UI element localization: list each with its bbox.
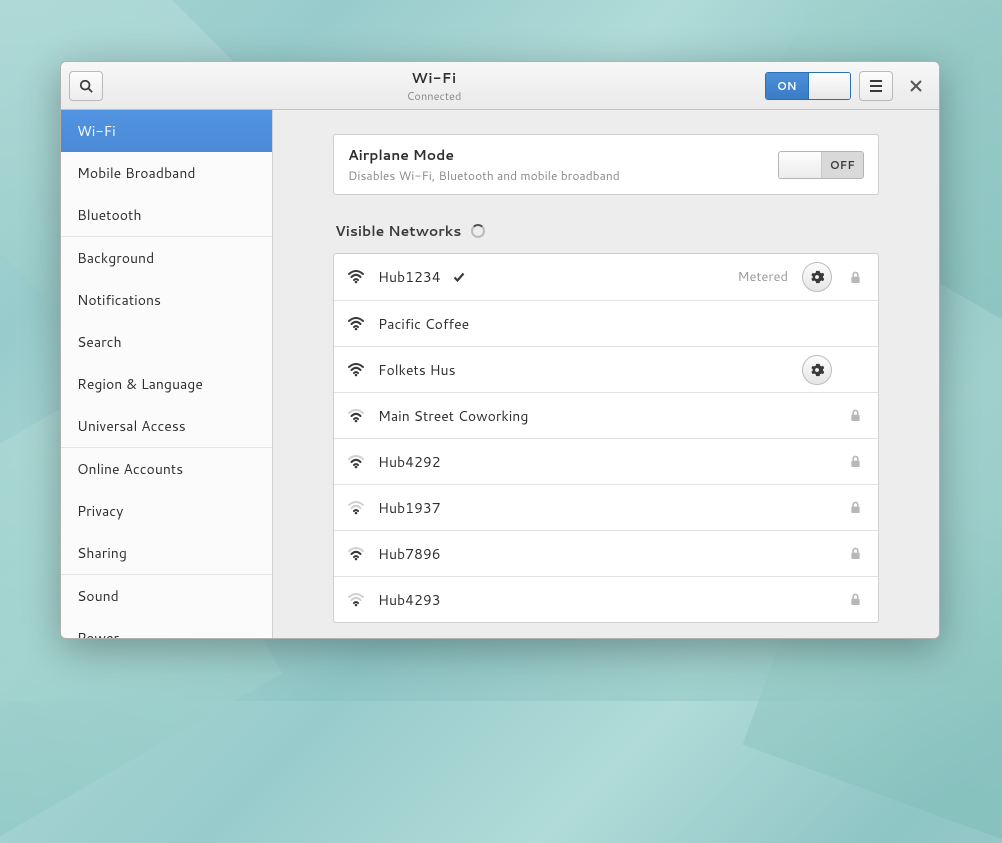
- header-bar: Wi-Fi Connected ON: [61, 62, 939, 110]
- sidebar-item-universal-access[interactable]: Universal Access: [61, 405, 272, 448]
- wifi-signal-icon: [348, 409, 364, 423]
- sidebar-item-label: Sharing: [77, 543, 127, 563]
- gear-icon: [810, 363, 824, 377]
- wifi-signal-icon: [348, 547, 364, 561]
- wifi-signal-icon: [348, 593, 364, 607]
- sidebar-item-wi-fi[interactable]: Wi-Fi: [61, 110, 272, 152]
- network-row[interactable]: Main Street Coworking: [334, 392, 878, 438]
- sidebar-item-label: Search: [77, 332, 122, 352]
- visible-networks-heading: Visible Networks: [335, 221, 879, 241]
- network-row[interactable]: Hub7896: [334, 530, 878, 576]
- sidebar-item-label: Wi-Fi: [77, 121, 116, 141]
- network-settings-button[interactable]: [802, 355, 832, 385]
- network-name: Folkets Hus: [378, 360, 788, 380]
- wifi-toggle[interactable]: ON: [765, 72, 851, 100]
- lock-icon: [846, 593, 864, 606]
- airplane-toggle-handle: [779, 152, 822, 178]
- network-name: Hub7896: [378, 544, 788, 564]
- network-name: Hub1937: [378, 498, 788, 518]
- sidebar-item-label: Region & Language: [77, 374, 203, 394]
- metered-label: Metered: [738, 268, 789, 286]
- loading-spinner-icon: [471, 224, 485, 238]
- sidebar-item-online-accounts[interactable]: Online Accounts: [61, 448, 272, 490]
- sidebar-item-label: Sound: [77, 586, 119, 606]
- network-row[interactable]: Pacific Coffee: [334, 300, 878, 346]
- sidebar-item-privacy[interactable]: Privacy: [61, 490, 272, 532]
- sidebar-item-sharing[interactable]: Sharing: [61, 532, 272, 575]
- network-row[interactable]: Hub1234 Metered: [334, 254, 878, 300]
- sidebar-item-label: Mobile Broadband: [77, 163, 196, 183]
- sidebar-item-power[interactable]: Power: [61, 617, 272, 638]
- airplane-mode-toggle[interactable]: OFF: [778, 151, 864, 179]
- network-row[interactable]: Folkets Hus: [334, 346, 878, 392]
- close-icon: [910, 80, 922, 92]
- sidebar[interactable]: Wi-Fi Mobile Broadband Bluetooth Background…: [61, 110, 273, 638]
- network-name: Hub1234: [378, 267, 724, 287]
- lock-icon: [846, 455, 864, 468]
- wifi-toggle-on-label: ON: [766, 73, 808, 99]
- gear-icon: [810, 270, 824, 284]
- network-list: Hub1234 Metered Pacific Coffee Folkets Hu…: [333, 253, 879, 623]
- network-row[interactable]: Hub4292: [334, 438, 878, 484]
- wifi-signal-icon: [348, 270, 364, 284]
- sidebar-item-mobile-broadband[interactable]: Mobile Broadband: [61, 152, 272, 194]
- lock-icon: [846, 271, 864, 284]
- network-row[interactable]: Hub4293: [334, 576, 878, 622]
- wifi-signal-icon: [348, 501, 364, 515]
- sidebar-item-search[interactable]: Search: [61, 321, 272, 363]
- sidebar-item-label: Power: [77, 628, 119, 638]
- wifi-signal-icon: [348, 317, 364, 331]
- airplane-mode-title: Airplane Mode: [348, 145, 762, 165]
- search-icon: [79, 79, 93, 93]
- settings-window: Wi-Fi Connected ON Wi-Fi Mobile Broadband…: [60, 61, 940, 639]
- sidebar-item-label: Universal Access: [77, 416, 186, 436]
- sidebar-item-label: Privacy: [77, 501, 123, 521]
- network-row[interactable]: Hub1937: [334, 484, 878, 530]
- network-name: Hub4292: [378, 452, 788, 472]
- sidebar-item-label: Background: [77, 248, 154, 268]
- lock-icon: [846, 547, 864, 560]
- search-button[interactable]: [69, 71, 103, 101]
- sidebar-item-notifications[interactable]: Notifications: [61, 279, 272, 321]
- sidebar-item-sound[interactable]: Sound: [61, 575, 272, 617]
- airplane-toggle-off-label: OFF: [822, 152, 864, 178]
- wifi-signal-icon: [348, 455, 364, 469]
- connected-check-icon: [453, 271, 465, 283]
- sidebar-item-background[interactable]: Background: [61, 237, 272, 279]
- sidebar-item-label: Online Accounts: [77, 459, 183, 479]
- lock-icon: [846, 501, 864, 514]
- main-content: Airplane Mode Disables Wi-Fi, Bluetooth …: [273, 110, 939, 638]
- airplane-mode-subtitle: Disables Wi-Fi, Bluetooth and mobile bro…: [348, 167, 762, 184]
- sidebar-item-bluetooth[interactable]: Bluetooth: [61, 194, 272, 237]
- header-title: Wi-Fi: [111, 68, 757, 88]
- sidebar-item-label: Notifications: [77, 290, 161, 310]
- visible-networks-label: Visible Networks: [335, 221, 461, 241]
- sidebar-item-region-language[interactable]: Region & Language: [61, 363, 272, 405]
- window-close-button[interactable]: [901, 71, 931, 101]
- hamburger-menu-button[interactable]: [859, 71, 893, 101]
- lock-icon: [846, 409, 864, 422]
- network-name: Hub4293: [378, 590, 788, 610]
- wifi-signal-icon: [348, 363, 364, 377]
- wifi-toggle-handle: [808, 73, 851, 99]
- header-subtitle: Connected: [111, 88, 757, 104]
- sidebar-item-label: Bluetooth: [77, 205, 141, 225]
- network-name: Pacific Coffee: [378, 314, 788, 334]
- network-name: Main Street Coworking: [378, 406, 788, 426]
- airplane-mode-panel: Airplane Mode Disables Wi-Fi, Bluetooth …: [333, 134, 879, 195]
- network-settings-button[interactable]: [802, 262, 832, 292]
- hamburger-icon: [869, 80, 883, 92]
